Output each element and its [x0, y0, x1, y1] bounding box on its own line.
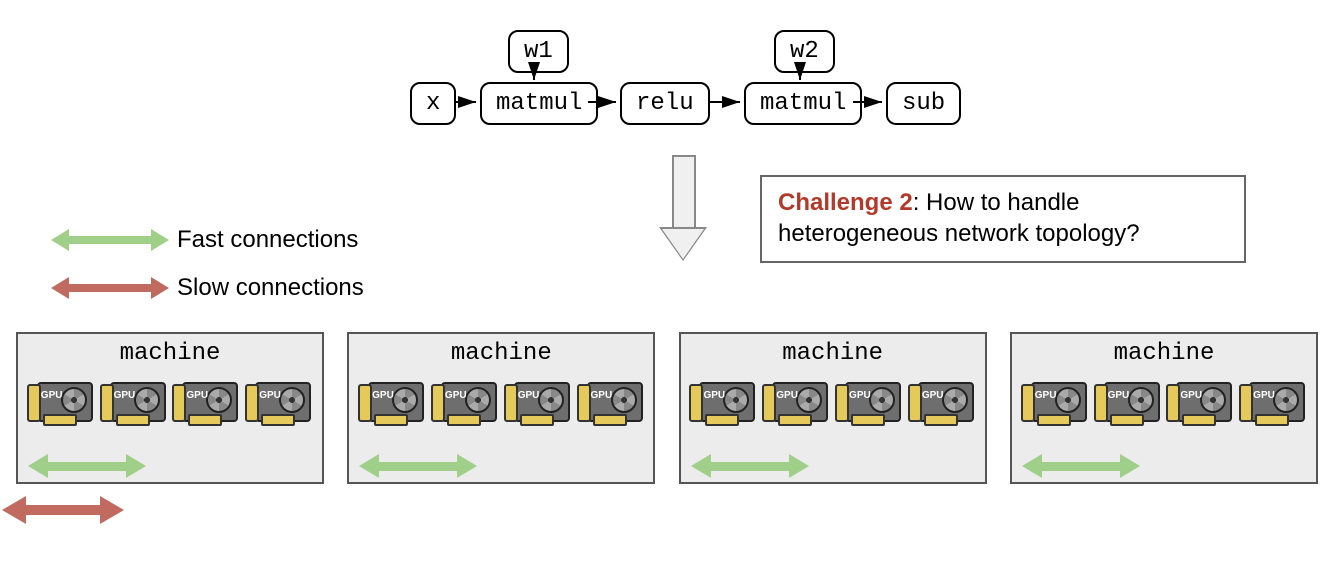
intra-machine-arrow	[32, 462, 142, 470]
gpu-row: GPUGPUGPUGPU	[1012, 380, 1316, 428]
legend-fast: Fast connections	[55, 220, 364, 260]
mapping-arrow-icon	[664, 155, 700, 265]
machine: machine GPU GPU GPU GPU	[347, 332, 655, 484]
inter-machine-arrow	[8, 505, 118, 515]
gpu-icon: GPU	[1243, 380, 1303, 428]
gpu-row: GPU GPU GPU GPU	[349, 380, 653, 428]
intra-machine-arrow	[1026, 462, 1136, 470]
challenge-title: Challenge 2	[778, 189, 913, 216]
node-x: x	[410, 82, 456, 125]
machine-label: machine	[18, 340, 322, 367]
node-w2: w2	[774, 30, 835, 73]
gpu-icon: GPU	[912, 380, 972, 428]
legend-slow-label: Slow connections	[177, 274, 364, 302]
gpu-icon: GPU	[1170, 380, 1230, 428]
node-sub: sub	[886, 82, 961, 125]
legend-fast-label: Fast connections	[177, 226, 358, 254]
gpu-icon: GPU	[249, 380, 309, 428]
fast-arrow-icon	[55, 236, 165, 244]
slow-arrow-icon	[55, 284, 165, 292]
gpu-icon: GPU	[839, 380, 899, 428]
node-mm1: matmul	[480, 82, 598, 125]
gpu-icon: GPU	[31, 380, 91, 428]
intra-machine-arrow	[363, 462, 473, 470]
machine-label: machine	[349, 340, 653, 367]
gpu-icon: GPU	[1025, 380, 1085, 428]
gpu-icon: GPU	[1098, 380, 1158, 428]
node-mm2: matmul	[744, 82, 862, 125]
machines-row: machineGPUGPUGPUGPUmachineGPUGPUGPUGPUma…	[16, 332, 1318, 484]
gpu-icon: GPU	[766, 380, 826, 428]
machine-label: machine	[1012, 340, 1316, 367]
computation-graph: x w1 matmul relu w2 matmul sub	[410, 30, 980, 150]
gpu-icon: GPU	[176, 380, 236, 428]
gpu-icon: GPU	[362, 380, 422, 428]
node-relu: relu	[620, 82, 710, 125]
gpu-icon: GPU	[508, 380, 568, 428]
gpu-row: GPUGPUGPUGPU	[18, 380, 322, 428]
machine: machineGPUGPUGPUGPU	[16, 332, 324, 484]
node-w1: w1	[508, 30, 569, 73]
legend: Fast connections Slow connections	[55, 220, 364, 316]
machine: machineGPUGPUGPUGPU	[1010, 332, 1318, 484]
challenge-box: Challenge 2: How to handle heterogeneous…	[760, 175, 1246, 263]
machine-label: machine	[681, 340, 985, 367]
machine: machine GPU GPU GPU GPU	[679, 332, 987, 484]
gpu-row: GPU GPU GPU GPU	[681, 380, 985, 428]
gpu-icon: GPU	[435, 380, 495, 428]
gpu-icon: GPU	[104, 380, 164, 428]
gpu-icon: GPU	[693, 380, 753, 428]
legend-slow: Slow connections	[55, 268, 364, 308]
gpu-icon: GPU	[581, 380, 641, 428]
intra-machine-arrow	[695, 462, 805, 470]
